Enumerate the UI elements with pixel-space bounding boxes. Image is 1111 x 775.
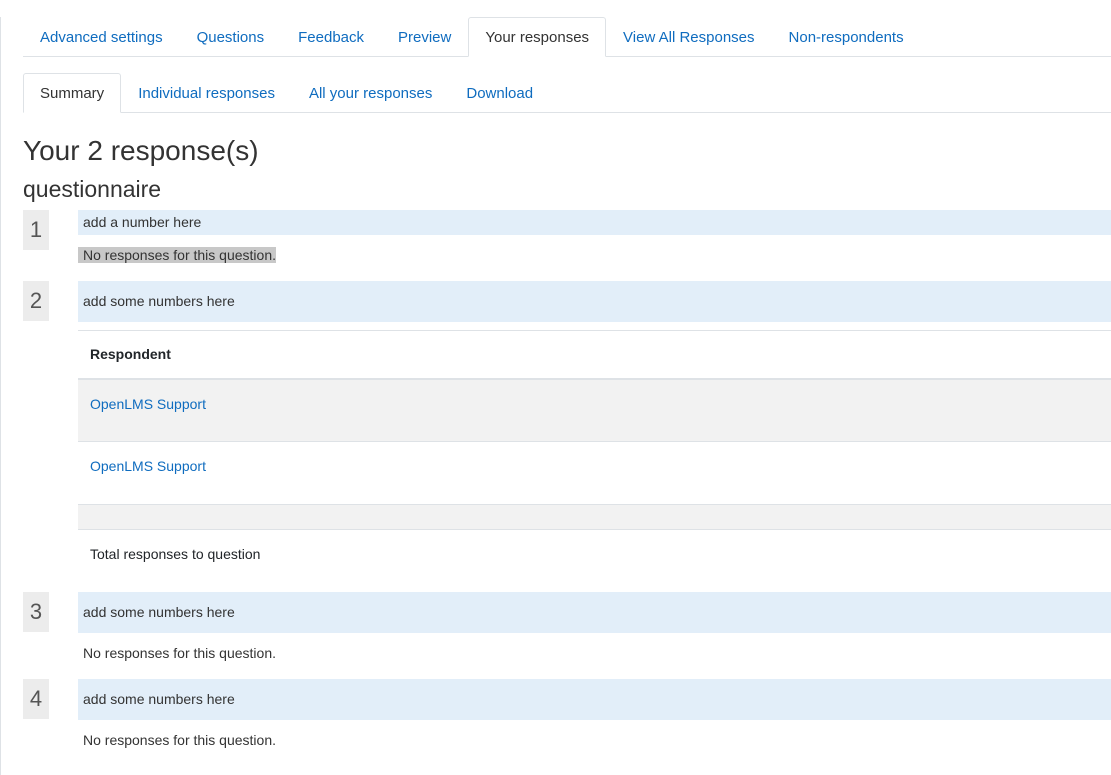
table-row: OpenLMS Support [78, 441, 1111, 505]
tab-summary[interactable]: Summary [23, 73, 122, 113]
total-responses-label: Total responses to question [78, 529, 1111, 578]
no-responses-text: No responses for this question. [78, 247, 276, 263]
no-responses-text: No responses for this question. [83, 732, 276, 748]
tab-your-responses[interactable]: Your responses [468, 17, 607, 57]
responses-table: Respondent OpenLMS Support OpenLMS Suppo… [78, 330, 1111, 578]
secondary-tabs: Summary Individual responses All your re… [23, 73, 1111, 113]
question-text: add some numbers here [78, 592, 1111, 633]
tab-feedback[interactable]: Feedback [281, 17, 381, 57]
table-row-empty [78, 504, 1111, 530]
tab-non-respondents[interactable]: Non-respondents [772, 17, 921, 57]
tab-advanced-settings[interactable]: Advanced settings [23, 17, 180, 57]
tab-view-all-responses[interactable]: View All Responses [606, 17, 771, 57]
respondent-column-header: Respondent [78, 330, 1111, 380]
respondent-link[interactable]: OpenLMS Support [90, 458, 206, 474]
question-number: 1 [23, 210, 49, 250]
table-row-total: Total responses to question [78, 529, 1111, 578]
table-row: OpenLMS Support [78, 378, 1111, 442]
question-4: 4 add some numbers here No responses for… [23, 679, 1111, 766]
tab-individual-responses[interactable]: Individual responses [121, 73, 292, 113]
tab-download[interactable]: Download [449, 73, 550, 113]
no-responses-text: No responses for this question. [83, 645, 276, 661]
tab-all-your-responses[interactable]: All your responses [292, 73, 449, 113]
question-2: 2 add some numbers here Respondent OpenL… [23, 281, 1111, 592]
question-number: 2 [23, 281, 49, 321]
question-text: add some numbers here [78, 679, 1111, 720]
question-3: 3 add some numbers here No responses for… [23, 592, 1111, 679]
question-number: 4 [23, 679, 49, 719]
question-text: add some numbers here [78, 281, 1111, 322]
page-title: Your 2 response(s) [23, 135, 259, 166]
tab-questions[interactable]: Questions [180, 17, 282, 57]
question-1: 1 add a number here No responses for thi… [23, 210, 1111, 281]
questionnaire-name: questionnaire [23, 176, 162, 202]
respondent-link[interactable]: OpenLMS Support [90, 396, 206, 412]
question-number: 3 [23, 592, 49, 632]
page: Advanced settings Questions Feedback Pre… [0, 17, 1111, 775]
question-text: add a number here [78, 210, 1111, 235]
primary-tabs: Advanced settings Questions Feedback Pre… [23, 17, 1111, 57]
tab-preview[interactable]: Preview [381, 17, 468, 57]
